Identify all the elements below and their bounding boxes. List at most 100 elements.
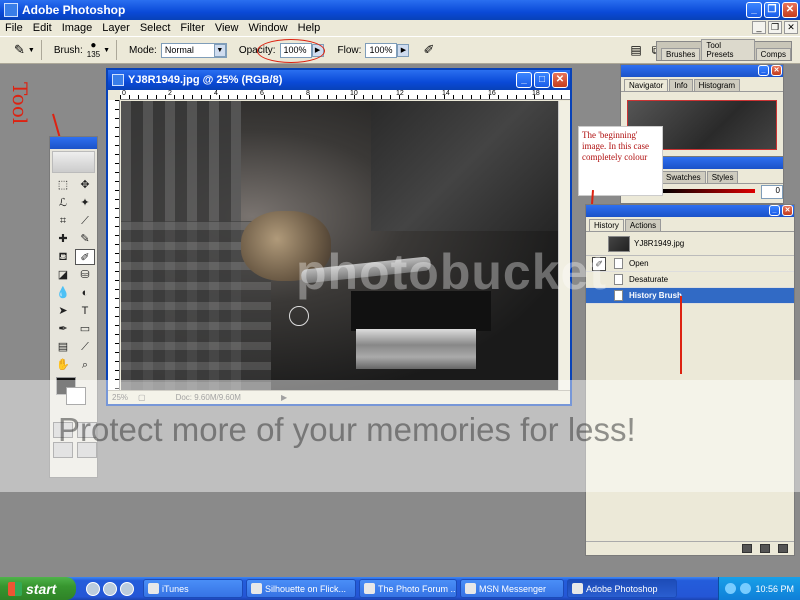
taskbar-item-flickr[interactable]: Silhouette on Flick...: [246, 579, 356, 598]
eraser-tool-icon[interactable]: ◪: [53, 267, 73, 283]
window-controls: _ ❐ ✕: [746, 2, 798, 18]
crop-tool-icon[interactable]: ⌗: [53, 213, 73, 229]
paint-bucket-tool-icon[interactable]: ⛁: [75, 267, 95, 283]
tab-swatches[interactable]: Swatches: [661, 171, 706, 183]
taskbar-item-photoshop[interactable]: Adobe Photoshop: [567, 579, 677, 598]
windows-logo-icon: [8, 581, 22, 596]
blur-tool-icon[interactable]: 💧: [53, 285, 73, 301]
show-desktop-icon[interactable]: [86, 581, 100, 596]
palette-header[interactable]: _ ✕: [586, 205, 794, 217]
tab-histogram[interactable]: Histogram: [693, 79, 741, 91]
tab-history[interactable]: History: [589, 219, 624, 231]
palette-minimize-button[interactable]: _: [758, 65, 769, 76]
history-state-open[interactable]: Open: [586, 256, 794, 272]
magic-wand-tool-icon[interactable]: ✦: [75, 195, 95, 211]
image-region: [356, 329, 476, 369]
document-window-controls: _ ❐ ✕: [752, 21, 798, 34]
volume-icon[interactable]: [740, 583, 752, 594]
doc-restore-button[interactable]: ❐: [768, 21, 782, 34]
palette-close-button[interactable]: ✕: [771, 65, 782, 76]
type-tool-icon[interactable]: T: [75, 303, 95, 319]
shape-tool-icon[interactable]: ▭: [75, 321, 95, 337]
taskbar-item-photo-forum[interactable]: The Photo Forum ...: [359, 579, 457, 598]
doc-window-minimize-button[interactable]: _: [516, 72, 532, 88]
media-player-icon[interactable]: [120, 581, 134, 596]
doc-window-close-button[interactable]: ✕: [552, 72, 568, 88]
internet-explorer-icon[interactable]: [103, 581, 117, 596]
palette-minimize-button[interactable]: _: [769, 205, 780, 216]
doc-close-button[interactable]: ✕: [784, 21, 798, 34]
palette-close-button[interactable]: ✕: [782, 205, 793, 216]
new-document-from-state-icon[interactable]: [742, 544, 752, 553]
trash-icon[interactable]: [778, 544, 788, 553]
document-icon: [112, 74, 124, 86]
mode-select[interactable]: Normal ▼: [160, 42, 227, 58]
adobe-online-button[interactable]: [52, 151, 95, 173]
start-button[interactable]: start: [0, 577, 76, 600]
clock[interactable]: 10:56 PM: [755, 584, 794, 594]
lasso-tool-icon[interactable]: ℒ: [53, 195, 73, 211]
doc-minimize-button[interactable]: _: [752, 21, 766, 34]
history-state-desaturate[interactable]: Desaturate: [586, 272, 794, 288]
new-snapshot-icon[interactable]: [760, 544, 770, 553]
move-tool-icon[interactable]: ✥: [75, 177, 95, 193]
menu-layer[interactable]: Layer: [97, 22, 135, 34]
menu-image[interactable]: Image: [57, 22, 98, 34]
close-button[interactable]: ✕: [782, 2, 798, 18]
color-value-field[interactable]: 0: [761, 185, 783, 199]
minimize-button[interactable]: _: [746, 2, 762, 18]
horizontal-ruler[interactable]: 0 2 4 6 8 10 12 14 16 18: [120, 90, 570, 100]
browser-icon: [364, 583, 375, 594]
dodge-tool-icon[interactable]: ◐: [75, 285, 95, 301]
restore-button[interactable]: ❐: [764, 2, 780, 18]
eyedropper-tool-icon[interactable]: ⟋: [75, 339, 95, 355]
menu-window[interactable]: Window: [244, 22, 293, 34]
file-browser-button[interactable]: ▤: [630, 43, 641, 57]
pen-tool-icon[interactable]: ✒: [53, 321, 73, 337]
network-icon[interactable]: [725, 583, 737, 594]
healing-brush-tool-icon[interactable]: ✚: [53, 231, 73, 247]
palette-tab-comps[interactable]: Comps: [755, 48, 791, 60]
tab-actions[interactable]: Actions: [624, 219, 662, 231]
vertical-ruler[interactable]: [108, 100, 120, 390]
notes-tool-icon[interactable]: ▤: [53, 339, 73, 355]
tool-preset-picker[interactable]: ✎ ▼: [14, 42, 35, 58]
taskbar-item-msn[interactable]: MSN Messenger: [460, 579, 564, 598]
path-selection-tool-icon[interactable]: ➤: [53, 303, 73, 319]
menu-view[interactable]: View: [210, 22, 244, 34]
chevron-down-icon[interactable]: ▼: [103, 47, 110, 54]
brush-tool-icon[interactable]: ✎: [75, 231, 95, 247]
taskbar-item-itunes[interactable]: iTunes: [143, 579, 243, 598]
tab-info[interactable]: Info: [669, 79, 693, 91]
palette-header[interactable]: _ ✕: [621, 65, 783, 77]
color-slider[interactable]: [661, 189, 755, 193]
flow-field[interactable]: 100%: [365, 42, 398, 58]
taskbar-item-label: Adobe Photoshop: [586, 583, 658, 594]
doc-window-maximize-button[interactable]: □: [534, 72, 550, 88]
clone-stamp-tool-icon[interactable]: ⛾: [53, 249, 73, 265]
tab-navigator[interactable]: Navigator: [624, 79, 669, 91]
flow-slider-toggle[interactable]: ▶: [397, 43, 410, 57]
menu-help[interactable]: Help: [293, 22, 326, 34]
menu-select[interactable]: Select: [135, 22, 176, 34]
history-snapshot[interactable]: YJ8R1949.jpg: [586, 232, 794, 256]
menu-filter[interactable]: Filter: [175, 22, 209, 34]
slice-tool-icon[interactable]: ⟋: [75, 213, 95, 229]
airbrush-toggle[interactable]: ✐: [423, 42, 434, 58]
document-title-bar[interactable]: YJ8R1949.jpg @ 25% (RGB/8) _ □ ✕: [108, 70, 570, 90]
history-state-history-brush[interactable]: History Brush: [586, 288, 794, 304]
menu-edit[interactable]: Edit: [28, 22, 57, 34]
history-brush-tool-icon[interactable]: ✐: [75, 249, 95, 265]
palette-well: Brushes Tool Presets Comps: [656, 39, 792, 61]
hand-tool-icon[interactable]: ✋: [53, 357, 73, 373]
palette-tab-tool-presets[interactable]: Tool Presets: [701, 39, 755, 60]
palette-tab-brushes[interactable]: Brushes: [661, 48, 701, 60]
history-tabs: History Actions: [586, 217, 794, 232]
toolbox-header[interactable]: [50, 137, 97, 149]
airbrush-icon: ✐: [423, 42, 435, 57]
menu-file[interactable]: File: [0, 22, 28, 34]
tab-styles[interactable]: Styles: [706, 171, 739, 183]
marquee-tool-icon[interactable]: ⬚: [53, 177, 73, 193]
zoom-tool-icon[interactable]: ⌕: [75, 357, 95, 373]
brush-picker[interactable]: ● 135: [87, 41, 100, 60]
